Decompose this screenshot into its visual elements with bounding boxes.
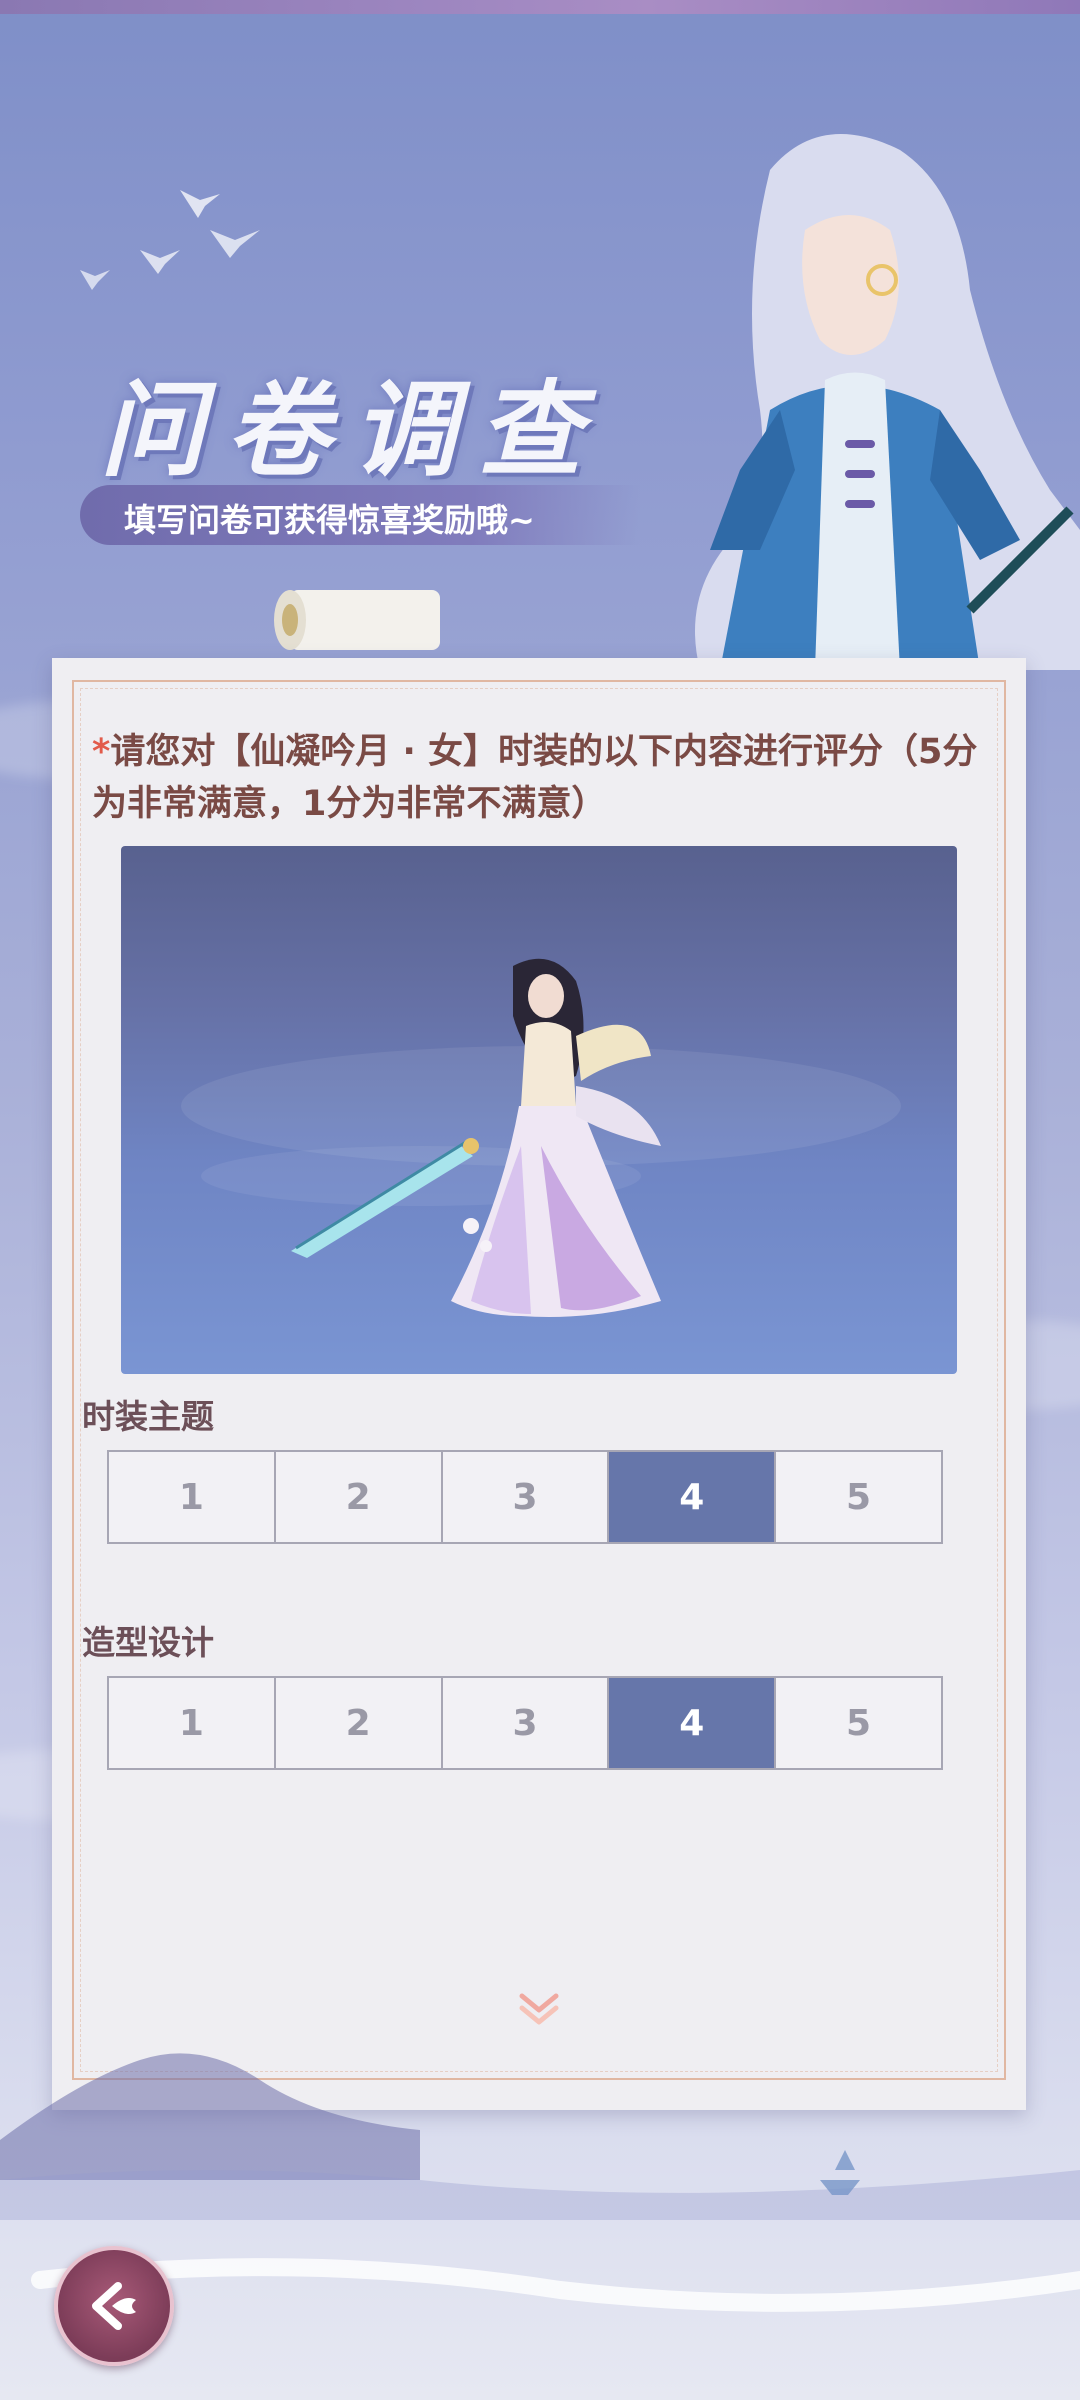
rating-option-2[interactable]: 2: [275, 1678, 443, 1768]
costume-preview-image: [121, 846, 957, 1374]
rating-option-3[interactable]: 3: [442, 1678, 610, 1768]
crane-decoration: [80, 190, 260, 290]
required-mark: *: [92, 732, 111, 772]
survey-page: 问卷调查 填写问卷可获得惊喜奖励哦~ *请您对【仙凝吟月 · 女】时装的以下内容…: [0, 0, 1080, 2400]
rating-option-4-selected[interactable]: 4: [609, 1452, 777, 1542]
character-illustration: [695, 134, 1080, 670]
back-button[interactable]: [54, 2246, 174, 2366]
rating-group-theme: 1 2 3 4 5: [107, 1450, 943, 1544]
rating-option-4-selected[interactable]: 4: [609, 1678, 777, 1768]
rating-option-5[interactable]: 5: [776, 1452, 941, 1542]
page-subtitle: 填写问卷可获得惊喜奖励哦~: [124, 501, 535, 539]
rating-group-design: 1 2 3 4 5: [107, 1676, 943, 1770]
rating-option-5[interactable]: 5: [776, 1678, 941, 1768]
section-label-theme: 时装主题: [82, 1397, 214, 1436]
rating-option-1[interactable]: 1: [109, 1678, 276, 1768]
mountain-decoration: [0, 2053, 1080, 2312]
question-text: *请您对【仙凝吟月 · 女】时装的以下内容进行评分（5分为非常满意，1分为非常不…: [92, 726, 992, 830]
section-label-design: 造型设计: [82, 1623, 214, 1662]
page-title: 问卷调查: [100, 368, 605, 491]
top-strip: [0, 0, 1080, 14]
survey-card: *请您对【仙凝吟月 · 女】时装的以下内容进行评分（5分为非常满意，1分为非常不…: [52, 658, 1026, 2110]
back-arrow-icon: [92, 2282, 136, 2330]
rating-option-3[interactable]: 3: [442, 1452, 610, 1542]
rating-option-2[interactable]: 2: [275, 1452, 443, 1542]
rating-option-1[interactable]: 1: [109, 1452, 276, 1542]
question-label: 请您对【仙凝吟月 · 女】时装的以下内容进行评分（5分为非常满意，1分为非常不满…: [92, 732, 978, 824]
costume-character-illustration: [181, 958, 901, 1317]
scroll-illustration: [274, 590, 440, 650]
